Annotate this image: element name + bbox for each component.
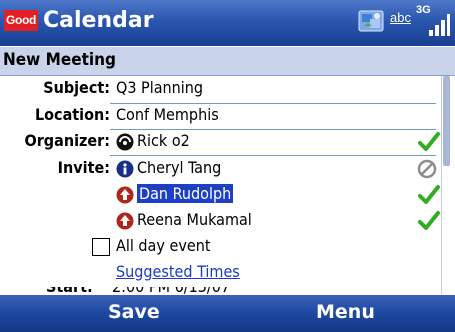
- accepted-check-icon: [418, 211, 440, 230]
- input-mode-indicator: abc: [390, 10, 411, 25]
- selected-invitee-highlight[interactable]: Dan Rudolph: [137, 184, 234, 203]
- organizer-divider: [110, 155, 436, 156]
- menu-softkey[interactable]: Menu: [316, 301, 375, 323]
- organizer-name[interactable]: Rick o2: [137, 131, 190, 150]
- app-title: Calendar: [43, 8, 154, 33]
- subject-field[interactable]: Q3 Planning: [116, 78, 203, 97]
- scrollbar[interactable]: [441, 76, 451, 294]
- organizer-contact-icon: [116, 133, 134, 151]
- good-logo: Good: [4, 10, 38, 31]
- declined-status-icon: [417, 159, 437, 179]
- title-bar: Good Calendar abc 3G: [0, 0, 455, 46]
- location-divider: [110, 129, 436, 130]
- subject-label: Subject:: [43, 78, 110, 97]
- info-icon: [116, 160, 134, 178]
- save-softkey[interactable]: Save: [108, 301, 160, 323]
- invitee-name[interactable]: Reena Mukamal: [137, 210, 252, 229]
- start-row-clipped: Start: 2:00 PM 6/15/07: [0, 287, 436, 295]
- organizer-accepted-check-icon: [418, 132, 440, 151]
- organizer-label: Organizer:: [24, 131, 110, 150]
- subject-divider: [110, 103, 436, 104]
- scrollbar-thumb[interactable]: [443, 76, 450, 166]
- location-label: Location:: [34, 105, 110, 124]
- all-day-checkbox[interactable]: [92, 238, 110, 256]
- invite-label: Invite:: [57, 158, 110, 177]
- start-label: Start:: [46, 287, 93, 295]
- invitee-name[interactable]: Cheryl Tang: [137, 158, 221, 177]
- section-header: New Meeting: [0, 47, 455, 76]
- invitee-name-selected[interactable]: Dan Rudolph: [137, 184, 234, 203]
- all-day-label: All day event: [116, 236, 211, 255]
- up-arrow-icon: [116, 212, 134, 230]
- section-title: New Meeting: [3, 50, 116, 70]
- location-field[interactable]: Conf Memphis: [116, 105, 219, 124]
- start-value[interactable]: 2:00 PM 6/15/07: [112, 287, 230, 295]
- signal-strength-icon: [429, 14, 450, 36]
- softkey-bar: Save Menu: [0, 295, 455, 332]
- up-arrow-icon: [116, 186, 134, 204]
- accepted-check-icon: [418, 185, 440, 204]
- calendar-screen: Good Calendar abc 3G New Meeting Subject…: [0, 0, 455, 332]
- sync-status-icon: [358, 10, 384, 32]
- suggested-times-link[interactable]: Suggested Times: [116, 262, 240, 281]
